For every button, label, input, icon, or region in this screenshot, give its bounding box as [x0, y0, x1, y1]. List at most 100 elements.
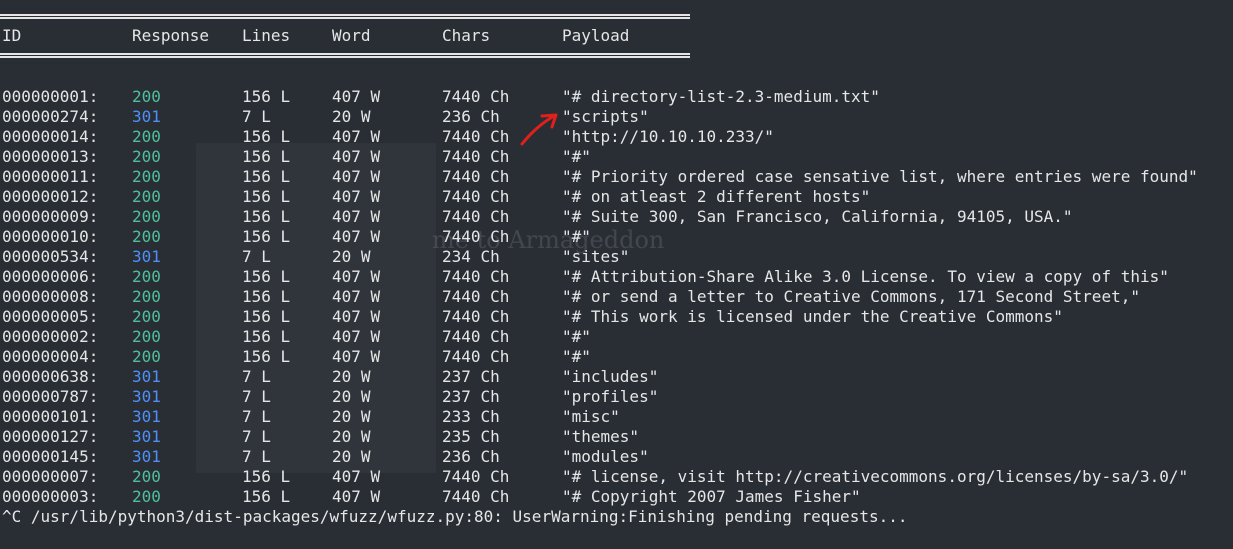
row-words: 407 W — [332, 147, 381, 166]
row-payload: "themes" — [562, 427, 640, 446]
row-id: 000000002: — [2, 327, 99, 346]
row-chars: 236 Ch — [442, 447, 500, 466]
row-words: 407 W — [332, 267, 381, 286]
row-lines: 7 L — [242, 247, 271, 266]
row-payload: "scripts" — [562, 107, 649, 126]
row-words: 407 W — [332, 167, 381, 186]
header-bottom-rule — [0, 53, 690, 58]
row-id: 000000101: — [2, 407, 99, 426]
row-id: 000000011: — [2, 167, 99, 186]
row-response-code: 301 — [132, 367, 161, 386]
row-payload: "# Copyright 2007 James Fisher" — [562, 487, 861, 506]
row-response-code: 200 — [132, 207, 161, 226]
row-chars: 7440 Ch — [442, 347, 510, 366]
row-lines: 7 L — [242, 447, 271, 466]
row-lines: 7 L — [242, 407, 271, 426]
row-lines: 7 L — [242, 107, 271, 126]
row-response-code: 200 — [132, 487, 161, 506]
row-id: 000000787: — [2, 387, 99, 406]
row-payload: "# directory-list-2.3-medium.txt" — [562, 87, 880, 106]
row-chars: 233 Ch — [442, 407, 500, 426]
row-response-code: 301 — [132, 407, 161, 426]
row-words: 20 W — [332, 447, 371, 466]
row-words: 407 W — [332, 347, 381, 366]
row-words: 407 W — [332, 467, 381, 486]
row-chars: 7440 Ch — [442, 487, 510, 506]
header-id: ID — [2, 26, 22, 45]
row-chars: 7440 Ch — [442, 467, 510, 486]
row-response-code: 200 — [132, 127, 161, 146]
row-id: 000000006: — [2, 267, 99, 286]
red-hand-drawn-arrow-icon — [520, 113, 558, 146]
row-payload: "# Suite 300, San Francisco, California,… — [562, 207, 1073, 226]
row-id: 000000127: — [2, 427, 99, 446]
row-payload: "includes" — [562, 367, 659, 386]
row-lines: 156 L — [242, 347, 291, 366]
header-chars: Chars — [442, 26, 491, 45]
row-id: 000000005: — [2, 307, 99, 326]
row-chars: 7440 Ch — [442, 227, 510, 246]
row-chars: 237 Ch — [442, 387, 500, 406]
row-payload: "#" — [562, 147, 591, 166]
row-words: 407 W — [332, 187, 381, 206]
row-payload: "profiles" — [562, 387, 659, 406]
row-lines: 7 L — [242, 367, 271, 386]
row-chars: 237 Ch — [442, 367, 500, 386]
row-lines: 156 L — [242, 287, 291, 306]
header-response: Response — [132, 26, 210, 45]
row-payload: "# license, visit http://creativecommons… — [562, 467, 1189, 486]
row-lines: 156 L — [242, 467, 291, 486]
row-payload: "modules" — [562, 447, 649, 466]
row-chars: 7440 Ch — [442, 167, 510, 186]
row-words: 407 W — [332, 287, 381, 306]
background-ghost-panel — [196, 143, 436, 473]
row-words: 407 W — [332, 227, 381, 246]
row-id: 000000001: — [2, 87, 99, 106]
row-chars: 236 Ch — [442, 107, 500, 126]
row-id: 000000003: — [2, 487, 99, 506]
row-payload: "misc" — [562, 407, 620, 426]
row-lines: 156 L — [242, 307, 291, 326]
row-lines: 7 L — [242, 387, 271, 406]
row-id: 000000009: — [2, 207, 99, 226]
table-header: ID Response Lines Word Chars Payload — [0, 26, 629, 46]
row-id: 000000004: — [2, 347, 99, 366]
terminal-window[interactable]: me to Armageddon ID Response Lines Word … — [0, 0, 1233, 549]
header-top-rule — [0, 14, 690, 19]
row-chars: 7440 Ch — [442, 307, 510, 326]
row-payload: "#" — [562, 227, 591, 246]
row-id: 000000145: — [2, 447, 99, 466]
row-id: 000000274: — [2, 107, 99, 126]
row-id: 000000012: — [2, 187, 99, 206]
row-chars: 7440 Ch — [442, 187, 510, 206]
row-lines: 156 L — [242, 207, 291, 226]
row-response-code: 200 — [132, 147, 161, 166]
row-chars: 7440 Ch — [442, 127, 510, 146]
row-payload: "# Attribution-Share Alike 3.0 License. … — [562, 267, 1169, 286]
row-words: 20 W — [332, 107, 371, 126]
row-response-code: 200 — [132, 347, 161, 366]
row-chars: 7440 Ch — [442, 147, 510, 166]
row-response-code: 301 — [132, 447, 161, 466]
row-response-code: 200 — [132, 327, 161, 346]
row-response-code: 200 — [132, 267, 161, 286]
row-chars: 7440 Ch — [442, 327, 510, 346]
row-response-code: 301 — [132, 427, 161, 446]
row-words: 407 W — [332, 487, 381, 506]
row-id: 000000638: — [2, 367, 99, 386]
row-chars: 7440 Ch — [442, 87, 510, 106]
row-id: 000000007: — [2, 467, 99, 486]
row-id: 000000014: — [2, 127, 99, 146]
warning-line: ^C /usr/lib/python3/dist-packages/wfuzz/… — [2, 507, 908, 526]
row-payload: "#" — [562, 327, 591, 346]
row-id: 000000008: — [2, 287, 99, 306]
row-id: 000000010: — [2, 227, 99, 246]
row-id: 000000013: — [2, 147, 99, 166]
row-lines: 156 L — [242, 187, 291, 206]
row-response-code: 200 — [132, 227, 161, 246]
header-lines: Lines — [242, 26, 291, 45]
row-response-code: 200 — [132, 307, 161, 326]
row-chars: 7440 Ch — [442, 267, 510, 286]
row-words: 407 W — [332, 207, 381, 226]
row-response-code: 200 — [132, 287, 161, 306]
